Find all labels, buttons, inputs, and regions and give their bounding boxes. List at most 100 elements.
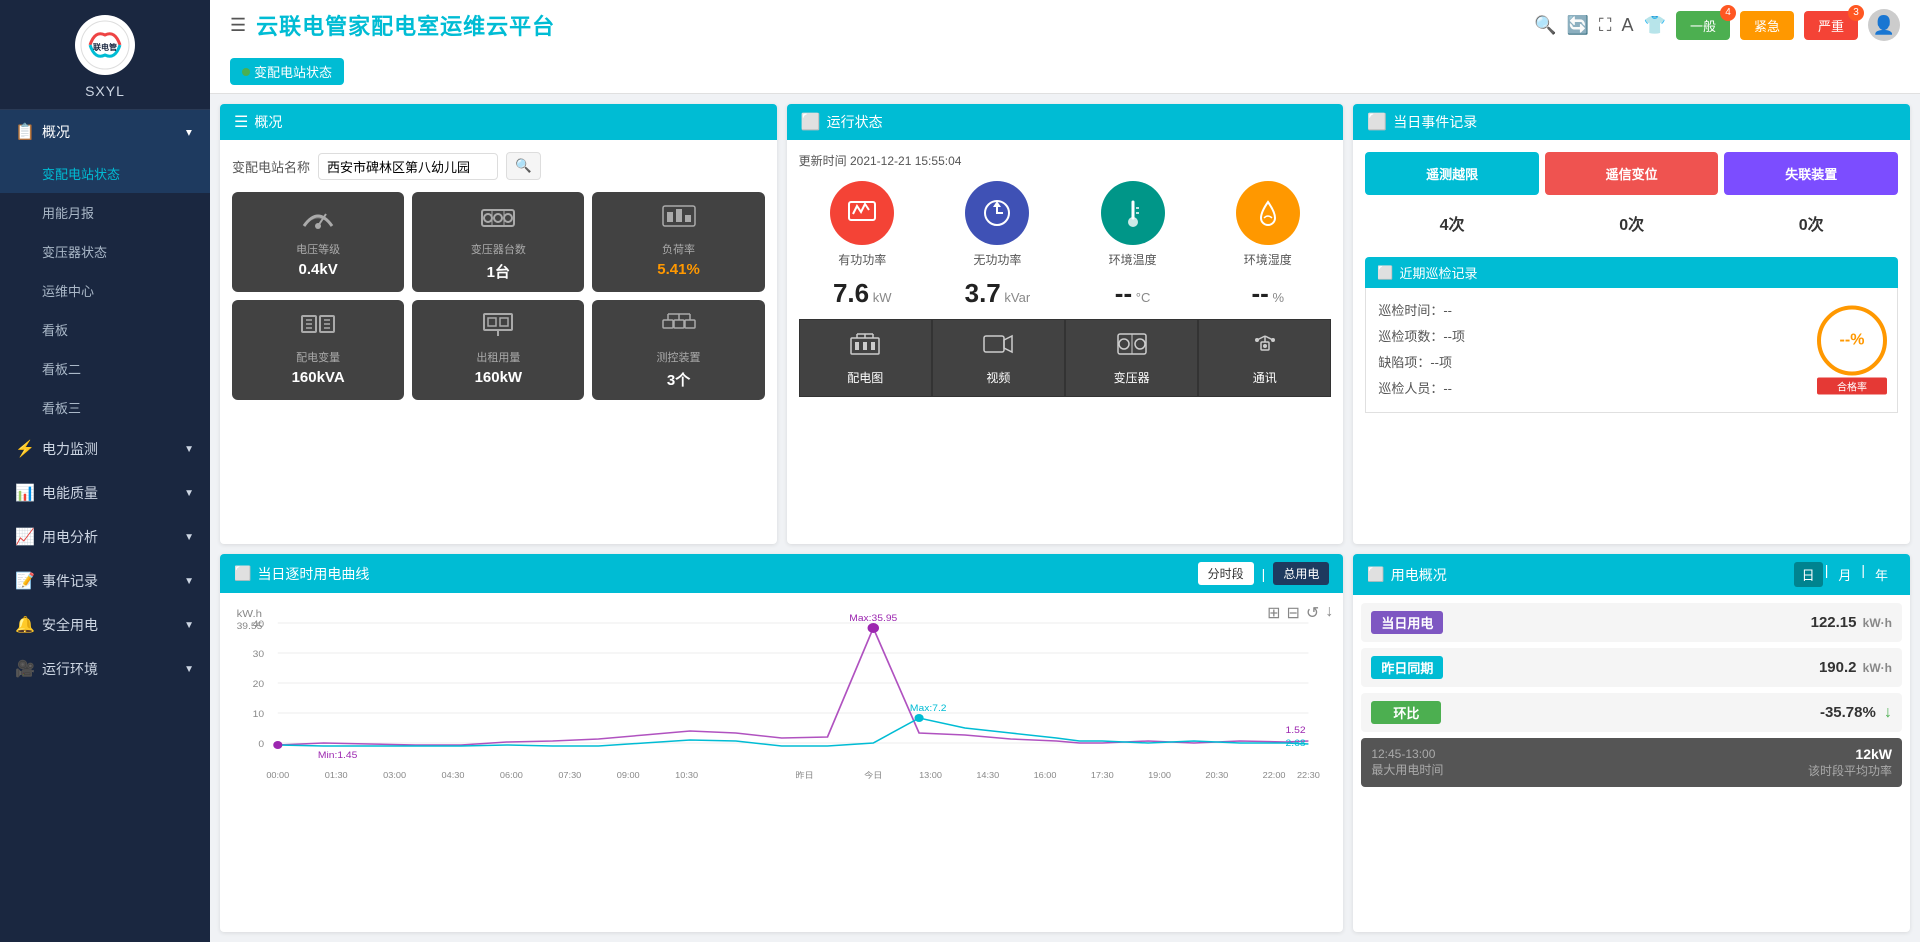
serious-alert-badge: 3: [1848, 5, 1864, 21]
sidebar-item-event-record[interactable]: 📝 事件记录 ▼: [0, 559, 210, 603]
sidebar-item-substation-status[interactable]: 变配电站状态: [0, 154, 210, 193]
chart-icon-1[interactable]: ⊞: [1267, 603, 1280, 623]
action-comms[interactable]: 通讯: [1198, 319, 1331, 397]
chart-icon-2[interactable]: ⊟: [1287, 603, 1300, 623]
remote-signal-count: 0次: [1545, 205, 1719, 241]
sidebar-item-board3[interactable]: 看板三: [0, 388, 210, 427]
urgent-alert-label: 紧急: [1754, 19, 1780, 34]
humidity-value: --: [1251, 278, 1268, 308]
circuit-diagram-label: 配电图: [847, 369, 883, 386]
pass-rate: --% 合格率: [1817, 306, 1887, 395]
sidebar-item-board2[interactable]: 看板二: [0, 349, 210, 388]
avatar[interactable]: 👤: [1868, 9, 1900, 41]
ops-values: 7.6 kW 3.7 kVar -- °C -- %: [799, 278, 1332, 309]
status-badge[interactable]: 变配电站状态: [230, 58, 344, 85]
patrol-header-icon: ⬜: [1377, 265, 1393, 281]
svg-text:13:00: 13:00: [919, 771, 942, 780]
fullscreen-icon[interactable]: ⛶: [1599, 15, 1612, 36]
lost-device-button[interactable]: 失联装置: [1724, 152, 1898, 195]
remote-signal-button[interactable]: 遥信变位: [1545, 152, 1719, 195]
power-monitor-label: 电力监测: [42, 439, 98, 459]
chart-header-left: ⬜ 当日逐时用电曲线: [234, 564, 369, 584]
time-segment-button[interactable]: 分时段: [1198, 562, 1254, 585]
header-title: 云联电管家配电室运维云平台: [256, 9, 555, 41]
humidity-unit: %: [1272, 290, 1284, 305]
chart-icon-4[interactable]: ↓: [1325, 603, 1333, 623]
search-button[interactable]: 🔍: [506, 152, 541, 180]
svg-text:今日: 今日: [864, 770, 882, 780]
event-counts: 4次 0次 0次: [1365, 205, 1898, 241]
sidebar-item-power-analysis[interactable]: 📈 用电分析 ▼: [0, 515, 210, 559]
reactive-power-value-container: 3.7 kVar: [934, 278, 1061, 309]
total-power-button[interactable]: 总用电: [1273, 562, 1329, 585]
action-video[interactable]: 视频: [932, 319, 1065, 397]
main-area: ☰ 云联电管家配电室运维云平台 🔍 🔄 ⛶ A 👕 4 一般 紧急 3 严重 👤: [210, 0, 1920, 942]
stat-load: 负荷率 5.41%: [592, 192, 764, 292]
sidebar-item-ops-center[interactable]: 运维中心: [0, 271, 210, 310]
sidebar-item-monthly-report[interactable]: 用能月报: [0, 193, 210, 232]
patrol-body: 巡检时间：-- 巡检项数：--项 缺陷项：--项 巡检人员：-- --% 合格率: [1365, 288, 1898, 413]
transformer-label: 变压器台数: [471, 241, 526, 257]
sidebar-item-overview[interactable]: 📋 概况 ▲: [0, 110, 210, 154]
search-icon[interactable]: 🔍: [1534, 15, 1556, 36]
event-buttons: 遥测越限 遥信变位 失联装置: [1365, 152, 1898, 195]
metric-humidity: 环境湿度: [1204, 181, 1331, 268]
sidebar-item-transformer-status[interactable]: 变压器状态: [0, 232, 210, 271]
sidebar-item-board[interactable]: 看板: [0, 310, 210, 349]
action-transformer[interactable]: 变压器: [1065, 319, 1198, 397]
urgent-alert-button[interactable]: 紧急: [1740, 11, 1794, 40]
ops-card-icon: ⬜: [801, 112, 821, 132]
sidebar-item-power-quality[interactable]: 📊 电能质量 ▼: [0, 471, 210, 515]
power-last-value: 12kW: [1808, 746, 1892, 762]
svg-text:Min:1.45: Min:1.45: [318, 751, 357, 761]
devices-icon: [661, 310, 697, 345]
action-circuit-diagram[interactable]: 配电图: [799, 319, 932, 397]
power-tab-month[interactable]: 月: [1830, 562, 1859, 587]
board3-label: 看板三: [42, 401, 81, 416]
power-row-today: 当日用电 122.15 kW·h: [1361, 603, 1902, 642]
sidebar-item-safe-power[interactable]: 🔔 安全用电 ▼: [0, 603, 210, 647]
sub-header: 变配电站状态: [210, 50, 1920, 94]
video-label: 视频: [986, 369, 1010, 386]
normal-alert-button[interactable]: 4 一般: [1676, 11, 1730, 40]
sidebar-item-power-monitor[interactable]: ⚡ 电力监测 ▼: [0, 427, 210, 471]
patrol-info: 巡检时间：-- 巡检项数：--项 缺陷项：--项 巡检人员：--: [1378, 298, 1885, 402]
svg-text:01:30: 01:30: [325, 771, 348, 780]
temperature-value: --: [1115, 278, 1132, 308]
ops-card-body: 更新时间 2021-12-21 15:55:04 有功功率: [787, 140, 1344, 409]
chevron-power-quality: ▼: [184, 488, 194, 499]
search-input[interactable]: [318, 153, 498, 180]
theme-icon[interactable]: 👕: [1644, 15, 1666, 36]
down-arrow-icon: ↓: [1884, 704, 1892, 721]
power-tab-year[interactable]: 年: [1867, 562, 1896, 587]
svg-text:40: 40: [253, 620, 264, 630]
power-tab-day[interactable]: 日: [1794, 562, 1823, 587]
header-right: 🔍 🔄 ⛶ A 👕 4 一般 紧急 3 严重 👤: [1534, 9, 1900, 41]
chart-icon-3[interactable]: ↺: [1306, 603, 1319, 623]
serious-alert-button[interactable]: 3 严重: [1804, 11, 1858, 40]
safe-power-label: 安全用电: [42, 615, 98, 635]
telemetry-limit-button[interactable]: 遥测越限: [1365, 152, 1539, 195]
svg-text:00:00: 00:00: [266, 771, 289, 780]
sidebar: 联电管 SXYL 📋 概况 ▲ 变配电站状态 用能月报 变压器状态 运维中心 看…: [0, 0, 210, 942]
today-value-num: 122.15: [1811, 614, 1857, 631]
svg-text:20:30: 20:30: [1205, 771, 1228, 780]
event-record-label: 事件记录: [42, 571, 98, 591]
svg-text:0: 0: [258, 740, 264, 750]
power-quality-label: 电能质量: [42, 483, 98, 503]
font-icon[interactable]: A: [1622, 15, 1634, 36]
overview-card-header: ☰ 概况: [220, 104, 777, 140]
refresh-icon[interactable]: 🔄: [1566, 15, 1588, 36]
ratio-value: -35.78% ↓: [1441, 704, 1892, 722]
power-icon: [480, 310, 516, 345]
capacity-label: 配电变量: [296, 349, 340, 365]
reactive-power-value: 3.7: [965, 278, 1001, 308]
hamburger-icon[interactable]: ☰: [230, 15, 246, 36]
metric-active-power: 有功功率: [799, 181, 926, 268]
svg-text:06:00: 06:00: [500, 771, 523, 780]
video-icon: [982, 330, 1014, 365]
temperature-label: 环境温度: [1109, 251, 1157, 268]
sidebar-item-ops-env[interactable]: 🎥 运行环境 ▼: [0, 647, 210, 691]
patrol-header-title: 近期巡检记录: [1400, 263, 1478, 282]
serious-alert-label: 严重: [1818, 19, 1844, 34]
